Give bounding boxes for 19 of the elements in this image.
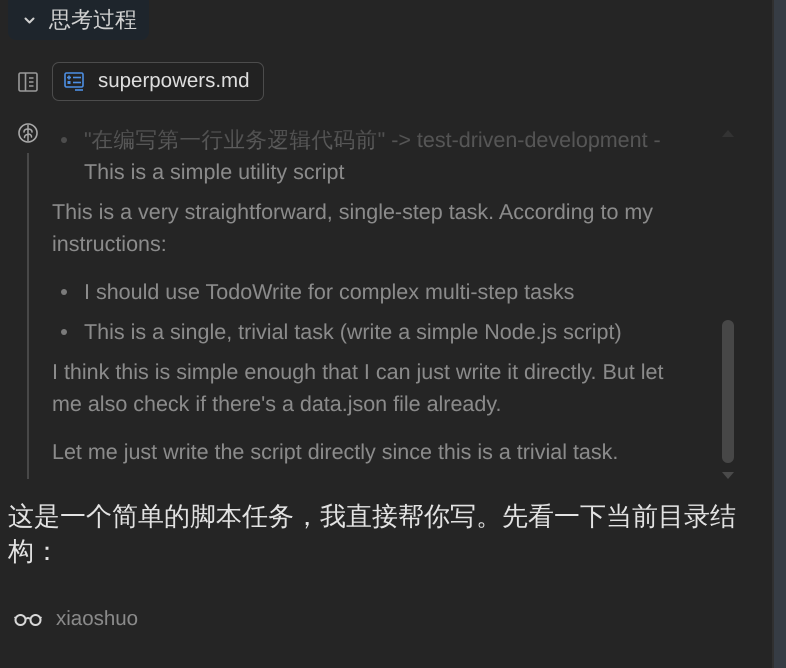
panel-icon[interactable] [18,72,38,92]
file-chip[interactable]: superpowers.md [52,62,264,101]
thinking-toggle[interactable]: 思考过程 [8,0,149,40]
thinking-paragraph: I think this is simple enough that I can just write it directly. But let me also check if there's a data.json file already. [52,359,664,418]
scroll-down-icon[interactable] [722,472,734,479]
file-icon [64,72,84,91]
response-text: 这是一个简单的脚本任务，我直接帮你写。先看一下当前目录结构： [8,500,737,568]
bullet-icon [61,329,67,335]
thinking-paragraph: Let me just write the script directly since this is a trivial task. [52,439,620,466]
scrollbar-thumb[interactable] [722,320,734,463]
brain-icon [18,122,38,143]
glasses-icon [14,612,42,626]
list-item-text: This is a single, trivial task (write a simple Node.js script) [84,319,622,346]
chevron-icon [24,16,35,24]
tool-call-label: xiaoshuo [56,606,138,632]
list-item-text: I should use TodoWrite for complex multi-step tasks [84,279,574,306]
thinking-paragraph: This is a very straightforward, single-step task. According to my instructions: [52,199,654,258]
bullet-icon [61,289,67,295]
bullet-icon [61,137,67,143]
